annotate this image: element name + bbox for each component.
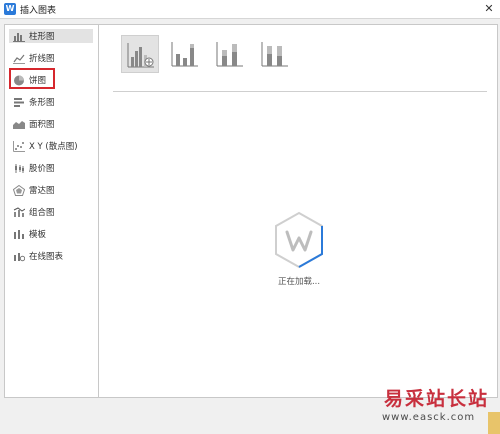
sidebar-item-pie[interactable]: 饼图	[9, 73, 93, 87]
subtype-stacked-column[interactable]	[166, 35, 204, 73]
sidebar-item-label: 饼图	[29, 76, 47, 86]
sidebar-item-label: 条形图	[29, 98, 55, 108]
sidebar-item-combo[interactable]: 组合图	[9, 205, 93, 219]
wps-app-icon: W	[4, 3, 16, 15]
title-bar: W 插入图表 ✕	[0, 0, 500, 19]
bar-chart-icon	[14, 97, 24, 107]
dialog-body: 柱形图 折线图 饼图 条形图 面积图 X Y (散点图) 股价图 雷达图 组合图…	[4, 24, 498, 398]
sidebar-item-scatter[interactable]: X Y (散点图)	[9, 139, 93, 153]
clustered-column-icon	[127, 43, 154, 68]
online-chart-icon	[14, 252, 25, 261]
close-button[interactable]: ✕	[482, 2, 496, 16]
sidebar-item-label: 面积图	[29, 120, 55, 130]
sidebar-item-online-chart[interactable]: 在线图表	[9, 249, 93, 263]
watermark-url: www.easck.com	[382, 412, 476, 423]
separator	[113, 91, 487, 92]
chart-preview-area: 正在加载...	[99, 25, 497, 397]
combo-chart-icon	[13, 206, 25, 217]
sidebar-item-column[interactable]: 柱形图	[9, 29, 93, 43]
loading-spinner-icon	[275, 211, 323, 269]
sidebar-item-label: 模板	[29, 230, 47, 240]
chart-type-sidebar: 柱形图 折线图 饼图 条形图 面积图 X Y (散点图) 股价图 雷达图 组合图…	[5, 25, 99, 397]
sidebar-item-label: 在线图表	[29, 252, 64, 262]
sidebar-item-area[interactable]: 面积图	[9, 117, 93, 131]
watermark-brand: 易采站长站	[384, 388, 490, 410]
subtype-3d-column[interactable]	[256, 35, 294, 73]
stock-chart-icon	[15, 163, 24, 173]
sidebar-item-label: 雷达图	[29, 186, 55, 196]
template-icon	[14, 229, 24, 239]
line-chart-icon	[13, 54, 25, 64]
stacked-column-icon	[171, 42, 198, 67]
column-chart-icon	[13, 32, 25, 42]
sidebar-item-label: 组合图	[29, 208, 55, 218]
sidebar-item-label: X Y (散点图)	[29, 142, 78, 152]
sidebar-item-radar[interactable]: 雷达图	[9, 183, 93, 197]
sidebar-item-stock[interactable]: 股价图	[9, 161, 93, 175]
subtype-percent-stacked-column[interactable]	[211, 35, 249, 73]
loading-text: 正在加载...	[277, 277, 321, 287]
3d-column-icon	[261, 42, 288, 67]
sidebar-item-line[interactable]: 折线图	[9, 51, 93, 65]
radar-chart-icon	[13, 184, 25, 196]
percent-stacked-column-icon	[216, 42, 243, 67]
window-title: 插入图表	[20, 6, 57, 16]
watermark-logo-icon	[488, 412, 500, 434]
sidebar-item-label: 折线图	[29, 54, 55, 64]
scatter-chart-icon	[13, 140, 25, 152]
sidebar-item-label: 股价图	[29, 164, 55, 174]
pie-chart-icon	[14, 75, 24, 85]
area-chart-icon	[13, 120, 25, 129]
sidebar-item-label: 柱形图	[29, 32, 55, 42]
sidebar-item-template[interactable]: 模板	[9, 227, 93, 241]
subtype-clustered-column[interactable]	[121, 35, 159, 73]
sidebar-item-bar[interactable]: 条形图	[9, 95, 93, 109]
